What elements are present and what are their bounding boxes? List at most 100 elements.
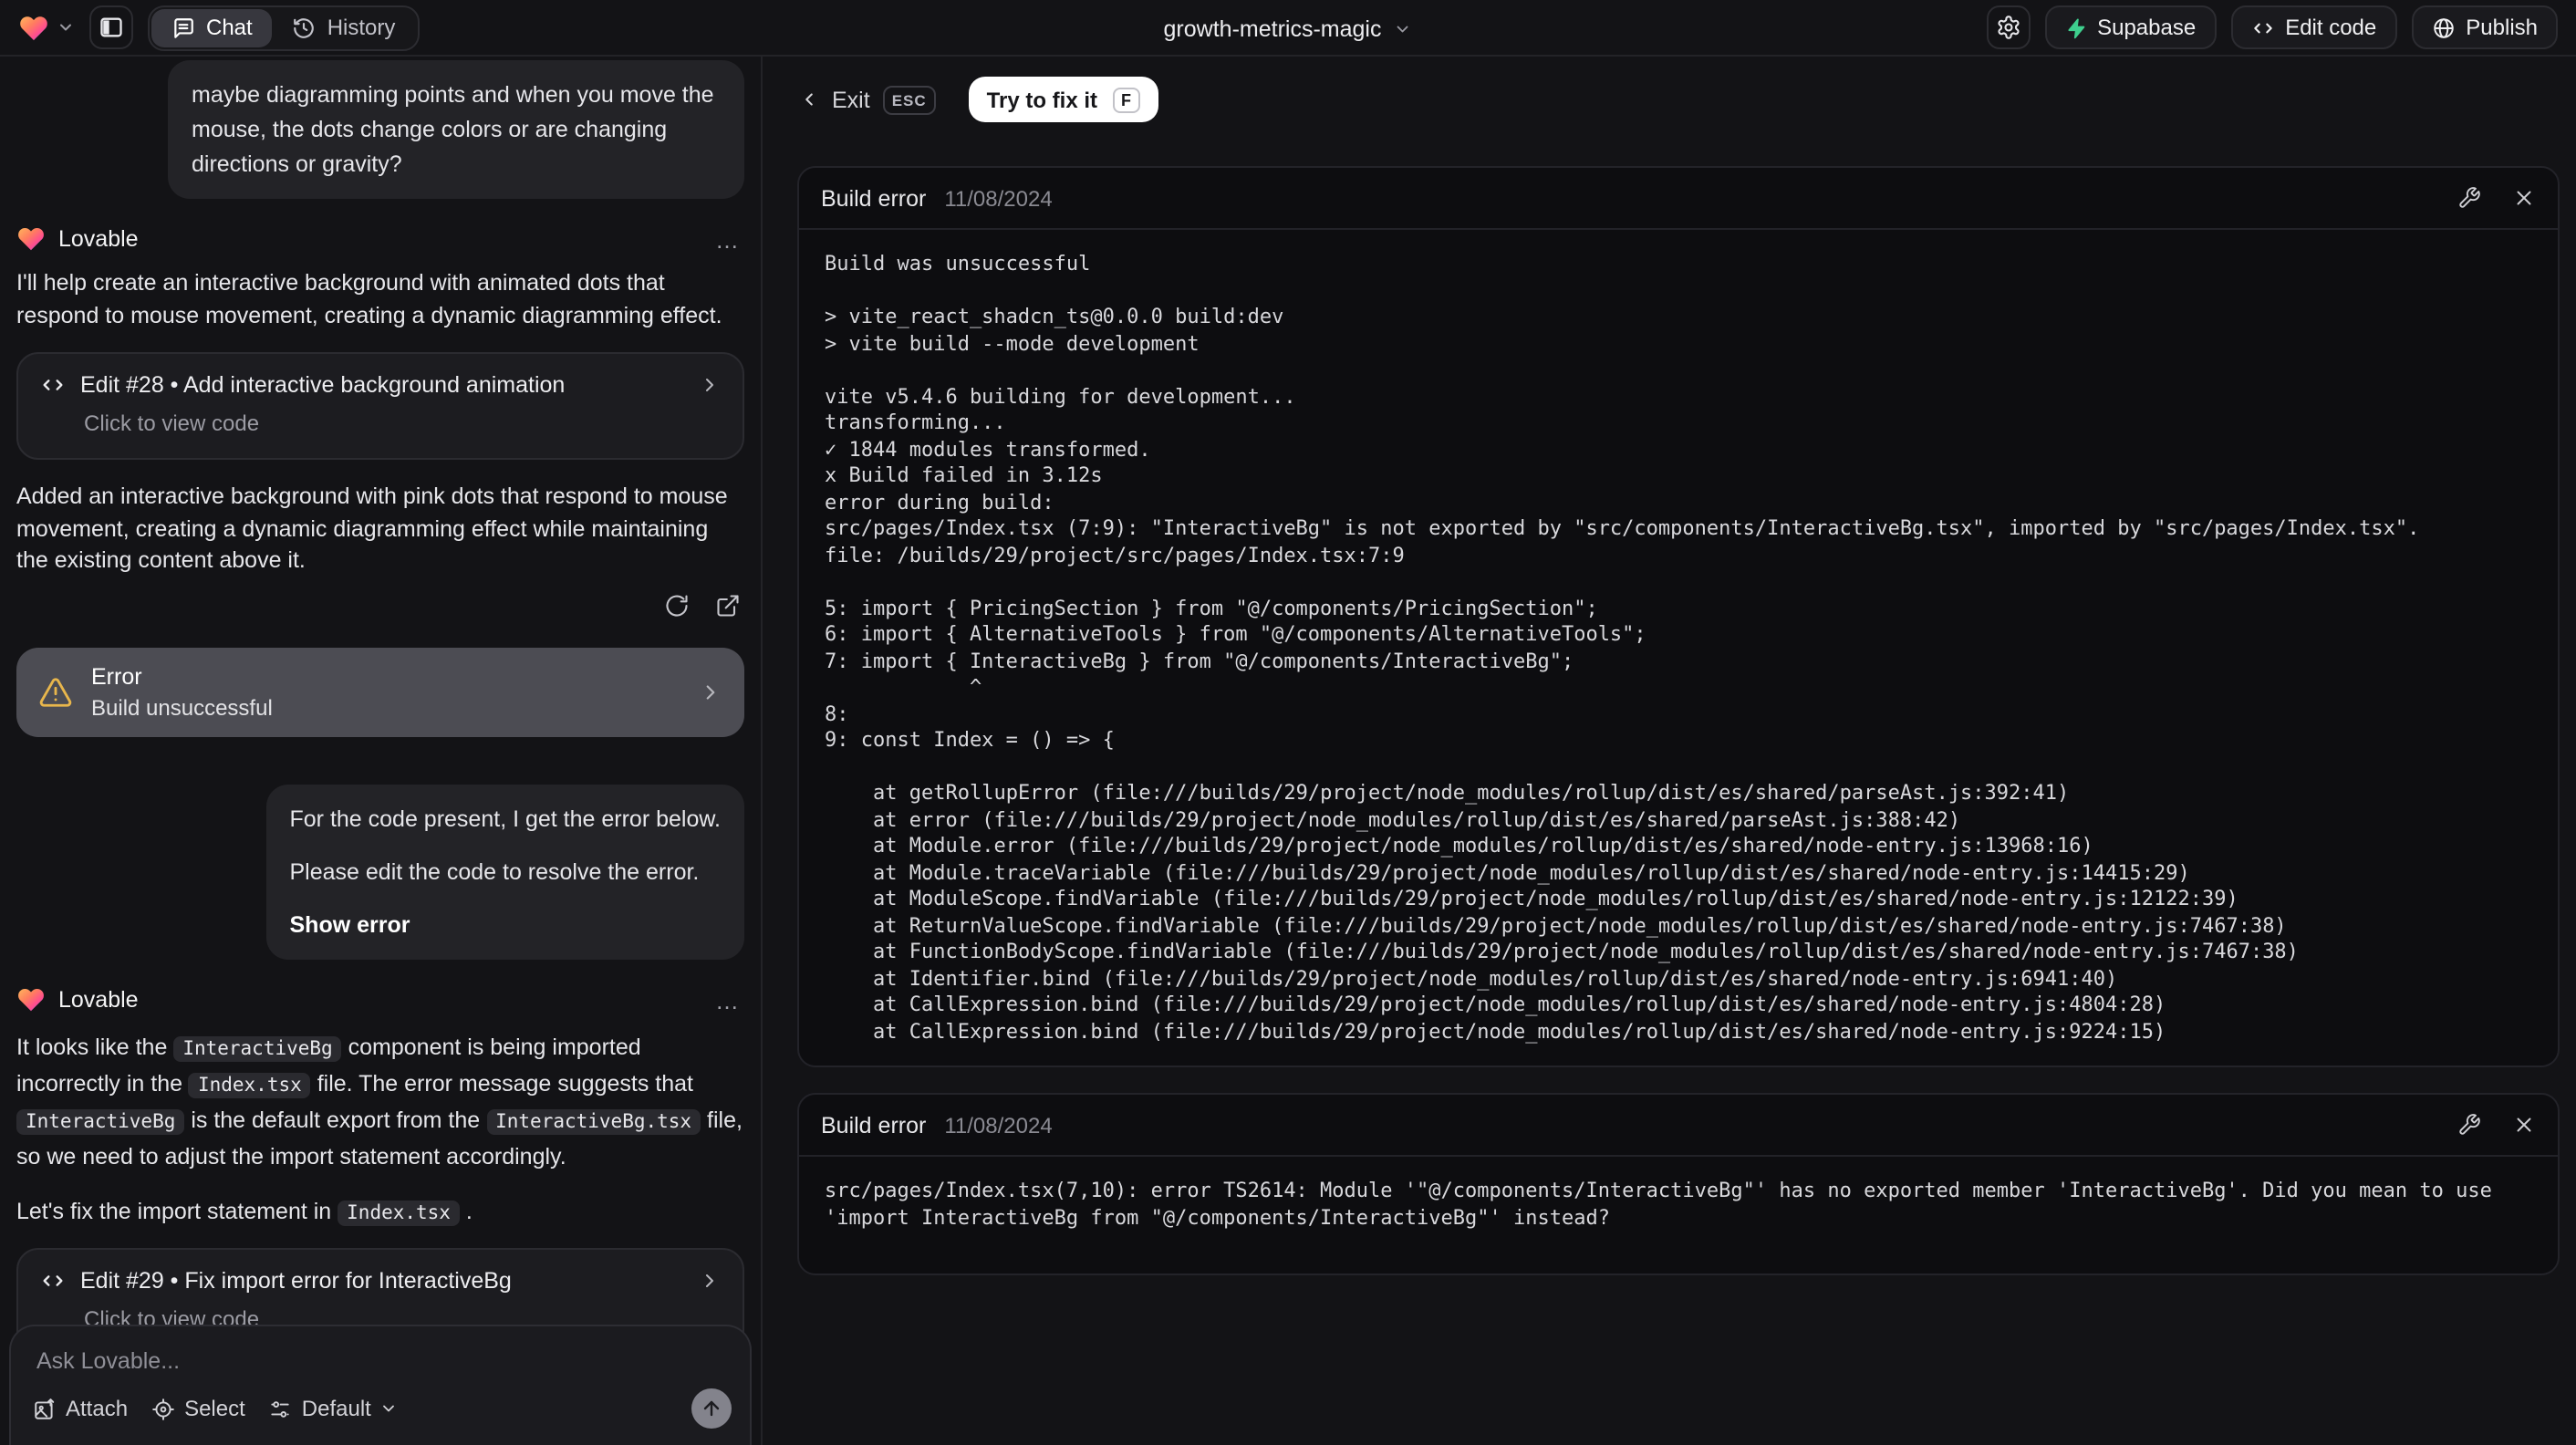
build-error-log: Build was unsuccessful > vite_react_shad… — [825, 252, 2420, 1043]
tab-history[interactable]: History — [273, 8, 416, 47]
publish-label: Publish — [2466, 15, 2538, 40]
edit-card-29-title: Edit #29 • Fix import error for Interact… — [80, 1268, 512, 1294]
lovable-heart-icon — [20, 16, 47, 40]
error-card-texts: Error Build unsuccessful — [91, 664, 273, 721]
assistant-message-header: Lovable … — [16, 225, 741, 255]
assistant-message-text: Added an interactive background with pin… — [16, 483, 728, 574]
message-menu-button[interactable]: … — [715, 987, 741, 1014]
show-error-link[interactable]: Show error — [290, 908, 722, 942]
esc-keycap: ESC — [882, 85, 936, 114]
warning-triangle-icon — [39, 678, 72, 707]
chevron-right-icon — [706, 378, 713, 391]
supabase-label: Supabase — [2097, 15, 2197, 40]
build-error-log-container: Build was unsuccessful > vite_react_shad… — [799, 230, 2558, 1066]
f-keycap: F — [1112, 87, 1141, 112]
user-message: For the code present, I get the error be… — [265, 785, 744, 961]
user-message-text: For the code present, I get the error be… — [289, 806, 722, 832]
open-external-icon[interactable] — [715, 593, 741, 619]
message-menu-button[interactable]: … — [715, 226, 741, 254]
exit-label: Exit — [832, 87, 870, 112]
edit-card-28-title: Edit #28 • Add interactive background an… — [80, 371, 566, 398]
settings-button[interactable] — [1986, 5, 2031, 49]
error-detail-panel: Exit ESC Try to fix it F Build error 11/… — [761, 57, 2576, 1445]
panel-left-icon — [100, 17, 122, 37]
chevron-down-icon — [1397, 25, 1409, 32]
assistant-message-text: It looks like the InteractiveBg componen… — [16, 1034, 743, 1170]
history-icon — [294, 17, 315, 37]
lovable-logo-menu[interactable] — [18, 12, 75, 43]
attach-button[interactable]: Attach — [33, 1396, 128, 1421]
select-target-icon — [152, 1398, 174, 1419]
arrow-up-icon — [703, 1400, 720, 1417]
user-message-text: Please edit the code to resolve the erro… — [289, 858, 700, 885]
close-icon[interactable] — [2512, 186, 2536, 210]
assistant-name: Lovable — [58, 226, 139, 253]
chat-panel: maybe diagramming points and when you mo… — [0, 57, 761, 1445]
sliders-icon — [272, 1400, 290, 1417]
gear-icon — [1997, 16, 2019, 39]
chevron-left-icon — [805, 93, 813, 106]
publish-button[interactable]: Publish — [2411, 5, 2558, 49]
edit-card-28-subtitle: Click to view code — [84, 410, 260, 436]
retry-icon[interactable] — [664, 593, 690, 619]
assistant-message-text: I'll help create an interactive backgrou… — [16, 270, 722, 329]
build-error-title: Build error — [821, 1112, 927, 1138]
build-error-card-2-header: Build error 11/08/2024 — [799, 1095, 2558, 1157]
topbar-right: Supabase Edit code Publish — [1986, 5, 2558, 49]
code-icon — [2253, 22, 2271, 33]
topbar-left: Chat History — [18, 5, 420, 50]
exit-button[interactable]: Exit ESC — [799, 85, 936, 114]
build-error-card-2: Build error 11/08/2024 src/pages/Index.t… — [797, 1093, 2560, 1275]
mode-label: Default — [301, 1396, 371, 1421]
user-message-text: maybe diagramming points and when you mo… — [192, 82, 714, 176]
project-name: growth-metrics-magic — [1163, 16, 1382, 41]
build-error-card-actions — [2457, 186, 2536, 210]
user-message: maybe diagramming points and when you mo… — [168, 60, 744, 200]
edit-card-29-row: Edit #29 • Fix import error for Interact… — [40, 1269, 721, 1294]
select-label: Select — [184, 1396, 245, 1421]
build-error-card-actions — [2457, 1113, 2536, 1137]
app-window: Chat History growth-metrics-magic Supaba… — [0, 0, 2576, 1445]
send-button[interactable] — [691, 1388, 732, 1429]
try-to-fix-button[interactable]: Try to fix it F — [968, 77, 1159, 122]
build-error-card-1: Build error 11/08/2024 Build was unsucce… — [797, 166, 2560, 1067]
chat-history-switcher: Chat History — [148, 5, 420, 50]
build-error-date: 11/08/2024 — [944, 1112, 1053, 1138]
composer: Attach Select Default — [9, 1325, 752, 1445]
error-card[interactable]: Error Build unsuccessful — [16, 648, 744, 737]
code-icon — [43, 1275, 63, 1287]
attach-image-icon — [35, 1398, 55, 1419]
attach-label: Attach — [66, 1396, 129, 1421]
build-error-log-container: src/pages/Index.tsx(7,10): error TS2614:… — [799, 1157, 2558, 1253]
assistant-message-header: Lovable … — [16, 986, 741, 1015]
supabase-bolt-icon — [2067, 17, 2084, 38]
error-card-subtitle: Build unsuccessful — [91, 695, 273, 721]
globe-icon — [2433, 17, 2454, 37]
fix-wrench-icon[interactable] — [2457, 186, 2481, 210]
close-icon[interactable] — [2512, 1113, 2536, 1137]
edit-card-28-row: Edit #28 • Add interactive background an… — [40, 372, 721, 398]
error-panel-header: Exit ESC Try to fix it F — [799, 77, 1159, 122]
assistant-name: Lovable — [58, 987, 139, 1014]
composer-toolbar: Attach Select Default — [33, 1388, 732, 1429]
tab-chat[interactable]: Chat — [151, 8, 273, 47]
sidebar-toggle-button[interactable] — [89, 5, 133, 49]
message-actions — [16, 593, 741, 619]
tab-history-label: History — [327, 15, 396, 40]
lovable-heart-icon — [18, 228, 44, 251]
project-switcher[interactable]: growth-metrics-magic — [1164, 0, 1413, 57]
edit-card-28[interactable]: Edit #28 • Add interactive background an… — [16, 351, 744, 460]
chevron-down-icon — [60, 24, 71, 31]
edit-code-label: Edit code — [2285, 15, 2377, 40]
assistant-message-text: Let's fix the import statement in Index.… — [16, 1199, 473, 1227]
build-error-title: Build error — [821, 185, 927, 211]
fix-wrench-icon[interactable] — [2457, 1113, 2481, 1137]
chevron-right-icon — [706, 685, 715, 700]
chat-bubble-icon — [174, 17, 193, 37]
supabase-button[interactable]: Supabase — [2044, 5, 2217, 49]
select-button[interactable]: Select — [151, 1396, 245, 1421]
mode-dropdown[interactable]: Default — [269, 1396, 399, 1421]
chat-messages: maybe diagramming points and when you mo… — [0, 57, 761, 1357]
edit-code-button[interactable]: Edit code — [2230, 5, 2397, 49]
tab-chat-label: Chat — [206, 15, 253, 40]
